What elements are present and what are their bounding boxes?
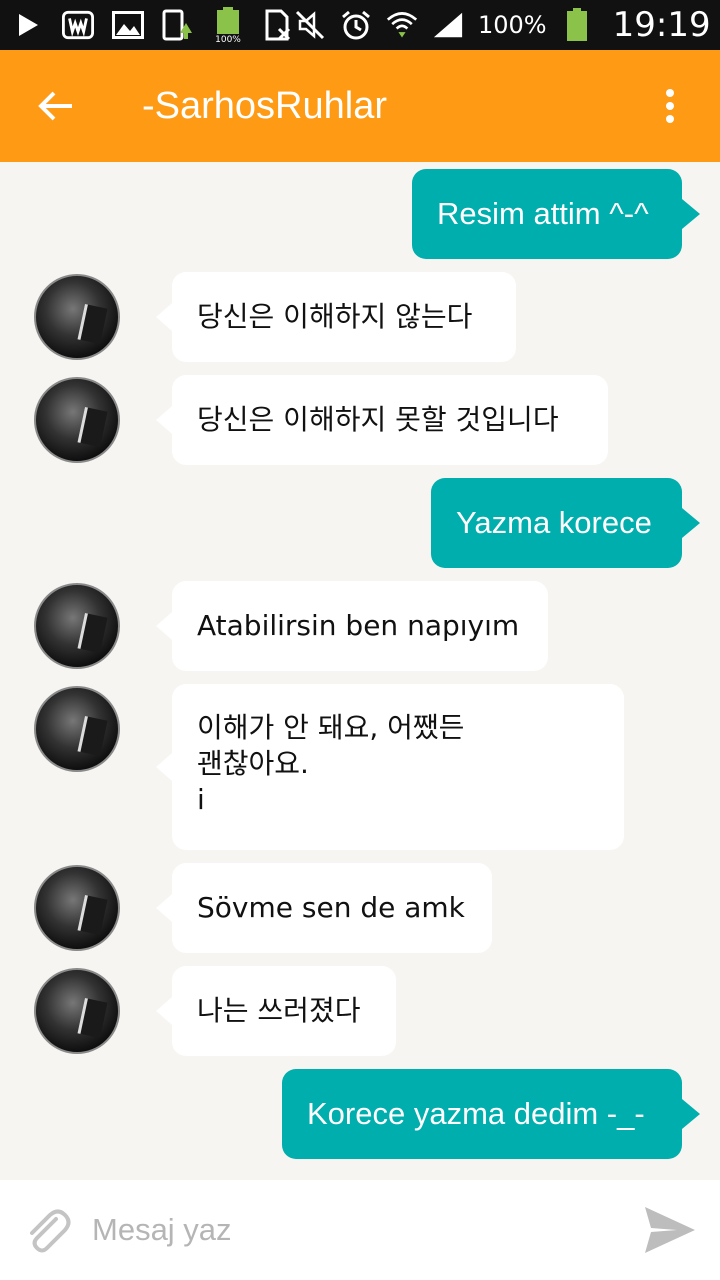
- avatar[interactable]: [34, 865, 120, 951]
- mute-icon: [294, 9, 326, 41]
- paperclip-icon: [30, 1209, 71, 1253]
- arrow-left-icon: [38, 91, 72, 121]
- overflow-menu-button[interactable]: [620, 50, 720, 162]
- w-app-icon: [62, 9, 94, 41]
- chat-title[interactable]: -SarhosRuhlar: [142, 85, 387, 128]
- outgoing-message[interactable]: Korece yazma dedim -_-: [282, 1069, 700, 1159]
- sim-icon: [262, 9, 294, 41]
- play-icon: [12, 9, 44, 41]
- avatar[interactable]: [34, 274, 120, 360]
- battery-percent: 100%: [478, 11, 547, 39]
- back-button[interactable]: [0, 50, 112, 162]
- avatar[interactable]: [34, 968, 120, 1054]
- incoming-message[interactable]: 당신은 이해하지 않는다: [156, 272, 516, 362]
- incoming-message[interactable]: 나는 쓰러졌다: [156, 966, 396, 1056]
- incoming-message[interactable]: Atabilirsin ben napıyım: [156, 581, 548, 671]
- battery-charge-icon: 100%: [212, 7, 244, 43]
- avatar[interactable]: [34, 583, 120, 669]
- incoming-message[interactable]: 이해가 안 돼요, 어쨌든 괜찮아요. i: [156, 684, 624, 850]
- app-bar: -SarhosRuhlar: [0, 50, 720, 162]
- update-icon: [162, 9, 194, 41]
- avatar[interactable]: [34, 377, 120, 463]
- outgoing-message[interactable]: Yazma korece: [431, 478, 700, 568]
- send-icon: [645, 1207, 695, 1253]
- signal-icon: [432, 9, 464, 41]
- incoming-message[interactable]: 당신은 이해하지 못할 것입니다: [156, 375, 608, 465]
- wifi-icon: [386, 9, 418, 41]
- clock: 19:19: [612, 5, 711, 45]
- battery-icon: [561, 8, 593, 41]
- message-composer: [0, 1180, 720, 1280]
- attach-button[interactable]: [2, 1180, 92, 1280]
- incoming-message[interactable]: Sövme sen de amk: [156, 863, 492, 953]
- message-list[interactable]: Resim attim ^-^ 당신은 이해하지 않는다 당신은 이해하지 못할…: [0, 162, 720, 1180]
- avatar[interactable]: [34, 686, 120, 772]
- message-input[interactable]: [92, 1200, 612, 1260]
- svg-text:100%: 100%: [215, 35, 241, 43]
- send-button[interactable]: [620, 1180, 720, 1280]
- status-bar: 100% 100% 19:19: [0, 0, 720, 50]
- outgoing-message[interactable]: Resim attim ^-^: [412, 169, 700, 259]
- image-icon: [112, 9, 144, 41]
- alarm-icon: [340, 9, 372, 41]
- more-vert-icon: [666, 89, 674, 123]
